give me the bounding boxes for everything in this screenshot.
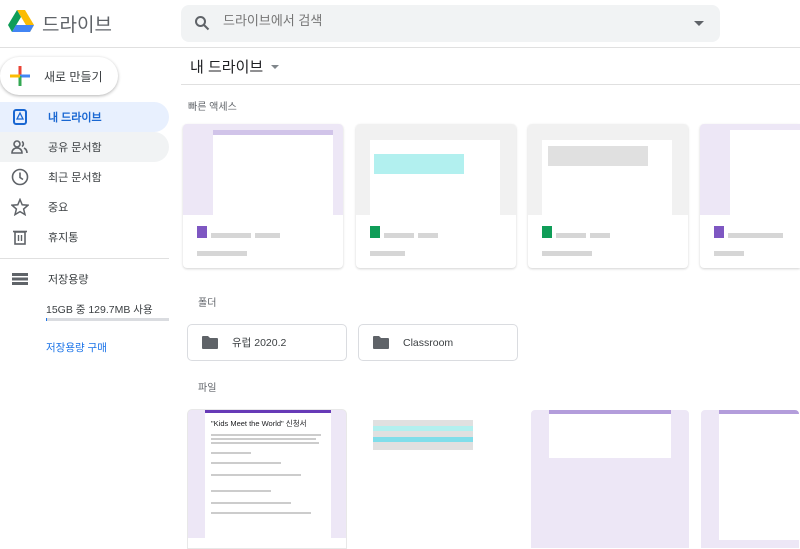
page-title-dropdown[interactable]: 내 드라이브 bbox=[190, 56, 280, 77]
sidebar-item-label: 저장용량 bbox=[48, 274, 89, 286]
buy-storage-link[interactable]: 저장용량 구매 bbox=[46, 340, 107, 355]
folder-icon bbox=[202, 336, 218, 349]
caret-down-icon bbox=[271, 64, 280, 69]
sidebar-item-starred[interactable]: 중요 bbox=[0, 192, 169, 222]
sidebar-item-label: 중요 bbox=[48, 202, 69, 214]
plus-icon bbox=[10, 66, 30, 86]
sidebar-item-trash[interactable]: 휴지통 bbox=[0, 222, 169, 252]
quick-access-card[interactable] bbox=[700, 124, 800, 268]
sidebar-item-shared[interactable]: 공유 문서함 bbox=[0, 132, 169, 162]
search-icon[interactable] bbox=[194, 15, 210, 31]
trash-icon bbox=[10, 229, 30, 245]
shared-icon bbox=[10, 140, 30, 154]
search-options-dropdown-icon[interactable] bbox=[694, 21, 704, 26]
search-bar[interactable] bbox=[181, 5, 720, 42]
storage-usage-text: 15GB 중 129.7MB 사용 bbox=[46, 304, 153, 316]
folder-item[interactable]: Classroom bbox=[358, 324, 518, 361]
quick-access-card[interactable] bbox=[528, 124, 688, 268]
sidebar-item-label: 공유 문서함 bbox=[48, 142, 102, 154]
folders-heading: 폴더 bbox=[198, 298, 217, 309]
drive-logo-icon[interactable] bbox=[8, 10, 34, 33]
my-drive-icon bbox=[10, 109, 30, 125]
storage-usage-bar bbox=[46, 318, 169, 321]
sidebar-item-my-drive[interactable]: 내 드라이브 bbox=[0, 102, 169, 132]
star-icon bbox=[10, 198, 30, 216]
files-heading: 파일 bbox=[198, 383, 217, 394]
folder-name: Classroom bbox=[403, 336, 454, 349]
sidebar-item-label: 최근 문서함 bbox=[48, 172, 102, 184]
sidebar-item-label: 내 드라이브 bbox=[48, 112, 102, 124]
file-card[interactable] bbox=[700, 409, 800, 549]
quick-access-card[interactable] bbox=[356, 124, 516, 268]
folder-item[interactable]: 유럽 2020.2 bbox=[187, 324, 347, 361]
storage-usage-fill bbox=[46, 318, 48, 321]
file-preview-title: "Kids Meet the World" 신청서 bbox=[211, 419, 307, 428]
new-button[interactable]: 새로 만들기 bbox=[0, 57, 118, 95]
sidebar-item-recent[interactable]: 최근 문서함 bbox=[0, 162, 169, 192]
new-button-label: 새로 만들기 bbox=[44, 69, 103, 84]
folder-icon bbox=[373, 336, 389, 349]
file-card[interactable]: "Kids Meet the World" 신청서 bbox=[187, 409, 347, 549]
sidebar-item-label: 휴지통 bbox=[48, 232, 79, 244]
search-input[interactable] bbox=[223, 13, 663, 28]
app-name: 드라이브 bbox=[42, 15, 112, 36]
quick-access-card[interactable] bbox=[183, 124, 343, 268]
folder-name: 유럽 2020.2 bbox=[232, 337, 287, 349]
sidebar-item-storage[interactable]: 저장용량 bbox=[0, 264, 169, 294]
file-card[interactable] bbox=[358, 409, 518, 549]
quick-access-heading: 빠른 액세스 bbox=[188, 102, 237, 113]
clock-icon bbox=[10, 168, 30, 186]
page-title: 내 드라이브 bbox=[190, 59, 264, 76]
file-card[interactable] bbox=[530, 409, 690, 549]
main-divider bbox=[181, 84, 800, 85]
storage-icon bbox=[10, 273, 30, 285]
sidebar-divider bbox=[0, 258, 169, 259]
